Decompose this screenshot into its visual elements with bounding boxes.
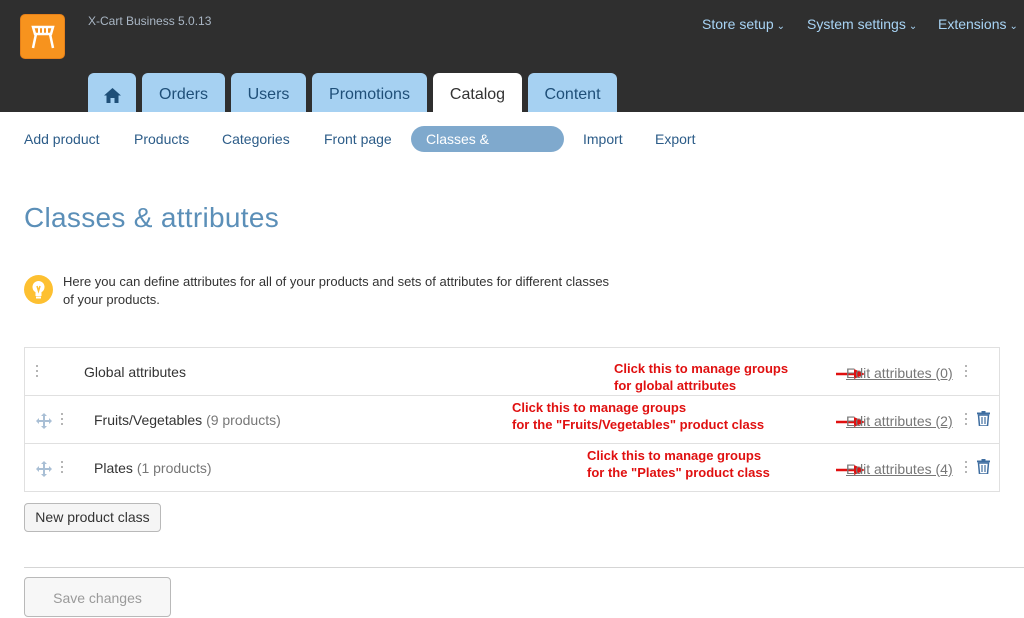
tab-users[interactable]: Users	[231, 73, 306, 112]
menu-store-setup[interactable]: Store setup ⌄	[702, 16, 785, 32]
new-product-class-button[interactable]: New product class	[24, 503, 161, 532]
row-menu-icon[interactable]	[965, 461, 969, 477]
table-row-plates: Plates (1 products) Click this to manage…	[25, 444, 999, 492]
save-changes-button[interactable]: Save changes	[24, 577, 171, 617]
edit-attributes-link[interactable]: Edit attributes (0)	[846, 365, 953, 381]
subnav-products[interactable]: Products	[134, 126, 189, 152]
annotation-fruits-vegetables: Click this to manage groups for the "Frui…	[512, 400, 765, 432]
tab-orders[interactable]: Orders	[142, 73, 225, 112]
lightbulb-icon	[24, 275, 53, 304]
tab-promotions[interactable]: Promotions	[312, 73, 427, 112]
dots-icon	[36, 365, 40, 381]
edit-attributes-link[interactable]: Edit attributes (2)	[846, 413, 953, 429]
move-icon[interactable]	[36, 461, 52, 477]
subnav-classes-attributes[interactable]: Classes & attributes	[411, 126, 564, 173]
row-name: Global attributes	[84, 364, 186, 380]
chevron-down-icon: ⌄	[1009, 21, 1018, 32]
tab-content[interactable]: Content	[528, 73, 617, 112]
dots-icon	[61, 461, 65, 477]
row-menu-icon[interactable]	[965, 413, 969, 429]
dots-icon	[61, 413, 65, 429]
menu-extensions[interactable]: Extensions ⌄	[938, 16, 1018, 32]
table-row-global: Global attributes Click this to manage g…	[25, 348, 999, 396]
row-name: Plates (1 products)	[94, 460, 212, 476]
move-icon[interactable]	[36, 413, 52, 429]
xcart-logo[interactable]	[20, 14, 65, 59]
trash-icon[interactable]	[977, 411, 990, 426]
top-bar: X-Cart Business 5.0.13 Store setup ⌄ Syst…	[0, 0, 1024, 112]
tab-catalog[interactable]: Catalog	[433, 73, 522, 112]
edit-attributes-link[interactable]: Edit attributes (4)	[846, 461, 953, 477]
trash-icon[interactable]	[977, 459, 990, 474]
cart-icon	[31, 25, 55, 49]
annotation-global: Click this to manage groups for global at…	[614, 361, 789, 393]
subnav-front-page[interactable]: Front page	[324, 126, 392, 152]
page-title: Classes & attributes	[24, 202, 279, 233]
divider	[24, 567, 1024, 568]
chevron-down-icon: ⌄	[908, 21, 918, 32]
info-text: Here you can define attributes for all o…	[63, 274, 610, 307]
home-icon	[104, 88, 121, 103]
row-menu-icon[interactable]	[965, 365, 969, 381]
row-name: Fruits/Vegetables (9 products)	[94, 412, 281, 428]
table-row-fruits-vegetables: Fruits/Vegetables (9 products) Click thi…	[25, 396, 999, 444]
product-count: (9 products)	[206, 412, 281, 428]
annotation-plates: Click this to manage groups for the "Plat…	[587, 448, 770, 480]
menu-system-settings[interactable]: System settings ⌄	[807, 16, 917, 32]
product-count: (1 products)	[136, 460, 212, 476]
product-classes-table: Global attributes Click this to manage g…	[24, 347, 1000, 492]
chevron-down-icon: ⌄	[776, 21, 785, 32]
subnav-add-product[interactable]: Add product	[24, 126, 100, 152]
subnav-export[interactable]: Export	[655, 126, 695, 152]
tab-home[interactable]	[88, 73, 136, 112]
app-version: X-Cart Business 5.0.13	[88, 14, 212, 28]
subnav-import[interactable]: Import	[583, 126, 623, 152]
subnav-categories[interactable]: Categories	[222, 126, 290, 152]
